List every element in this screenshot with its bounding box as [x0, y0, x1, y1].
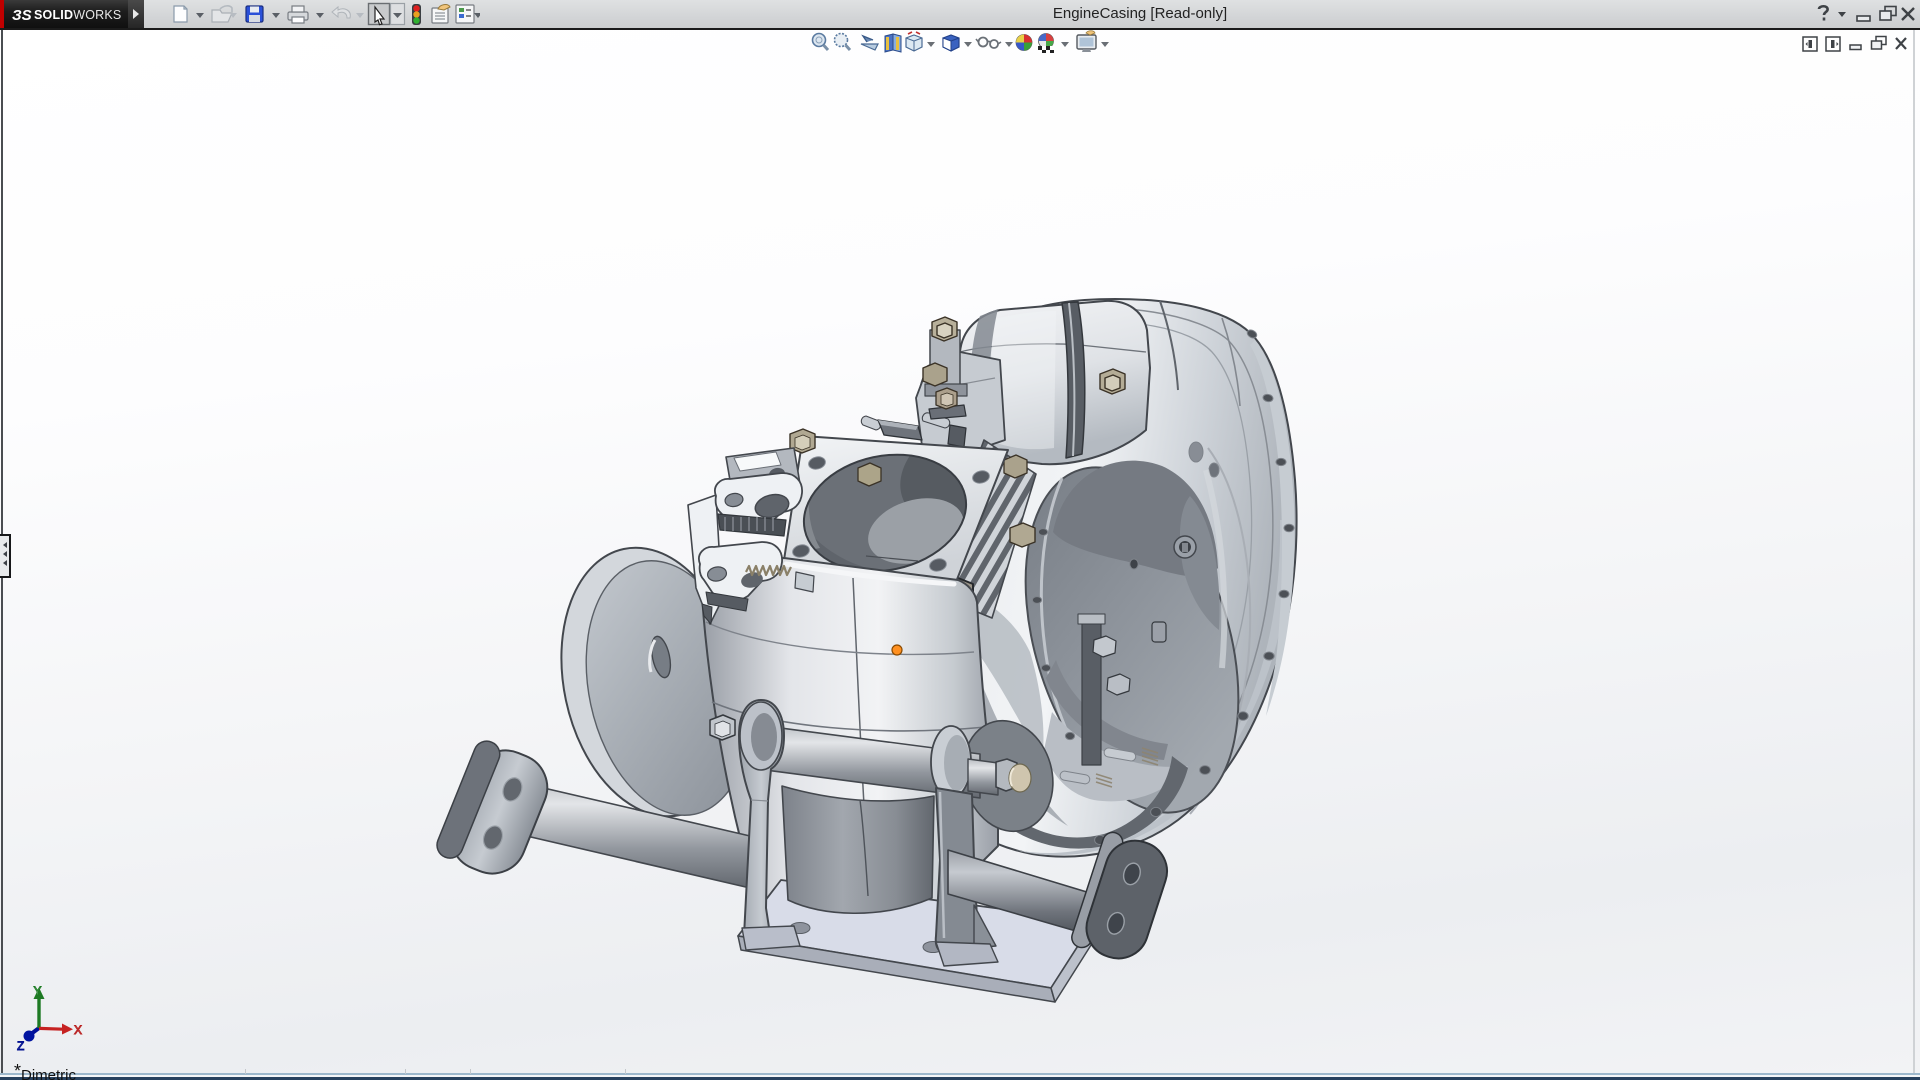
svg-text:Y: Y: [34, 984, 42, 998]
svg-text:X: X: [74, 1023, 82, 1037]
svg-text:Z: Z: [17, 1039, 24, 1053]
